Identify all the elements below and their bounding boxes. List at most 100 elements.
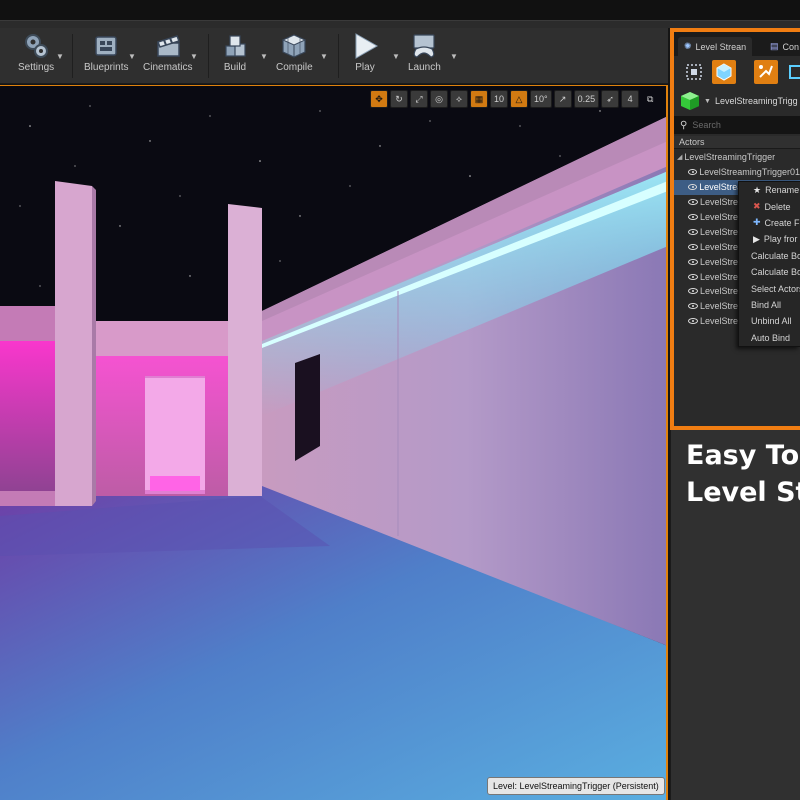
- create-icon: ✚: [753, 217, 761, 228]
- context-menu-item[interactable]: Unbind All: [739, 313, 800, 329]
- context-menu-item[interactable]: Calculate Bo: [739, 248, 800, 264]
- compile-dropdown-arrow[interactable]: ▼: [320, 52, 328, 61]
- tree-root-row[interactable]: ◢ LevelStreamingTrigger: [674, 150, 800, 165]
- search-placeholder: Search: [692, 120, 721, 130]
- build-dropdown-arrow[interactable]: ▼: [260, 52, 268, 61]
- level-stream-tab-icon: ✺: [684, 41, 692, 51]
- toolbar-divider: [208, 34, 209, 78]
- blueprints-label: Blueprints: [84, 62, 129, 73]
- tree-row-label: LevelStrea: [700, 226, 744, 237]
- context-menu-label: Create F: [764, 217, 800, 228]
- cinematics-dropdown-arrow[interactable]: ▼: [190, 52, 198, 61]
- actor-search-input[interactable]: ⚲ Search: [674, 116, 800, 134]
- grid-snap-icon[interactable]: ▦: [470, 90, 488, 108]
- tree-root-label: LevelStreamingTrigger: [684, 152, 776, 163]
- visibility-eye-icon[interactable]: [688, 184, 698, 191]
- tab-strip: [0, 20, 800, 28]
- tab-content[interactable]: ▤ Con: [764, 37, 800, 56]
- context-menu-item[interactable]: Auto Bind: [739, 330, 800, 346]
- context-menu-item[interactable]: ▶ Play fror: [739, 231, 800, 247]
- bind-tool-icon[interactable]: [754, 60, 778, 84]
- settings-label: Settings: [18, 62, 55, 73]
- tree-row-label: LevelStrea: [700, 256, 744, 267]
- context-menu-label: Auto Bind: [751, 332, 791, 343]
- launch-dropdown-arrow[interactable]: ▼: [450, 52, 458, 61]
- rotation-snap-value[interactable]: 10°: [530, 90, 552, 108]
- level-viewport[interactable]: ✥ ↻ ⤢ ◎ ⟡ ▦ 10 △ 10° ↗ 0.25 ➶ 4 ⧉: [0, 85, 668, 800]
- surface-snap-icon[interactable]: ⟡: [450, 90, 468, 108]
- visibility-eye-icon[interactable]: [688, 258, 698, 265]
- context-menu-item[interactable]: Calculate Bo: [739, 264, 800, 280]
- streaming-volume-icon[interactable]: [784, 60, 800, 84]
- promo-line-2: Level Stre: [686, 477, 800, 508]
- tree-row-label: LevelStrea: [700, 286, 744, 297]
- context-menu-item[interactable]: ✖ Delete: [739, 198, 800, 214]
- cinematics-label: Cinematics: [143, 62, 193, 73]
- tree-row-label: LevelStrea: [700, 241, 744, 252]
- visibility-eye-icon[interactable]: [688, 243, 698, 250]
- tab-level-stream[interactable]: ✺ Level Strean: [678, 37, 753, 56]
- viewport-scene: [0, 86, 666, 800]
- rotation-snap-icon[interactable]: △: [510, 90, 529, 108]
- context-menu-item[interactable]: ★ Rename: [739, 182, 800, 198]
- context-menu-label: Unbind All: [751, 316, 792, 327]
- tree-row[interactable]: LevelStreamingTrigger01: [674, 165, 800, 180]
- visibility-eye-icon[interactable]: [688, 318, 698, 325]
- actors-column-header: Actors: [674, 136, 800, 149]
- tab-content-label: Con: [782, 41, 800, 52]
- launch-button[interactable]: Launch: [408, 32, 441, 80]
- play-dropdown-arrow[interactable]: ▼: [392, 52, 400, 61]
- visibility-eye-icon[interactable]: [688, 228, 698, 235]
- settings-dropdown-arrow[interactable]: ▼: [56, 52, 64, 61]
- grid-snap-value[interactable]: 10: [490, 90, 509, 108]
- visibility-eye-icon[interactable]: [688, 169, 698, 176]
- promo-banner: Easy To U Level Stre: [670, 430, 800, 800]
- camera-speed-value[interactable]: 4: [621, 90, 640, 108]
- green-cube-icon: [681, 92, 699, 110]
- visibility-eye-icon[interactable]: [688, 214, 698, 220]
- translate-tool-button[interactable]: ✥: [370, 90, 388, 108]
- scale-snap-value[interactable]: 0.25: [573, 90, 600, 108]
- camera-speed-icon[interactable]: ➶: [601, 90, 620, 108]
- context-menu-item[interactable]: Bind All: [739, 297, 800, 313]
- settings-button[interactable]: Settings: [18, 32, 54, 80]
- volume-cube-icon[interactable]: [712, 60, 736, 84]
- tree-row-label: LevelStreamingTrigger01: [699, 167, 800, 178]
- launch-label: Launch: [408, 62, 441, 73]
- trigger-selector[interactable]: ▼ LevelStreamingTrigg: [674, 88, 800, 114]
- context-menu: ★ Rename ✖ Delete ✚ Create F ▶ Play fror Calcula…: [738, 181, 800, 347]
- visibility-eye-icon[interactable]: [688, 303, 698, 310]
- panel-toolbar: [674, 56, 800, 88]
- star-icon: ★: [753, 184, 762, 195]
- current-level-label: Level: LevelStreamingTrigger (Persistent…: [487, 777, 665, 795]
- select-all-icon[interactable]: [682, 60, 706, 84]
- context-menu-item[interactable]: Select Actors: [739, 280, 800, 296]
- selector-dropdown-icon: ▼: [704, 97, 711, 105]
- visibility-eye-icon[interactable]: [688, 199, 698, 206]
- world-space-icon[interactable]: ◎: [430, 90, 448, 108]
- promo-line-1: Easy To U: [686, 440, 800, 471]
- visibility-eye-icon[interactable]: [688, 273, 698, 280]
- maximize-viewport-icon[interactable]: ⧉: [641, 90, 659, 108]
- play-button[interactable]: Play: [350, 32, 380, 80]
- selector-text: LevelStreamingTrigg: [714, 96, 798, 106]
- editor-window: Settings ▼ Blueprints ▼ Cinematics ▼ Bui…: [0, 0, 800, 800]
- tree-row-label: LevelStrea: [700, 316, 744, 327]
- compile-button[interactable]: Compile: [276, 32, 313, 80]
- context-menu-label: Calculate Bo: [751, 267, 800, 278]
- build-button[interactable]: Build: [220, 32, 250, 80]
- blueprints-dropdown-arrow[interactable]: ▼: [128, 52, 136, 61]
- tree-row-label: LevelStrea: [700, 197, 744, 208]
- blueprints-button[interactable]: Blueprints: [84, 32, 128, 80]
- visibility-eye-icon[interactable]: [688, 288, 698, 295]
- rotate-tool-button[interactable]: ↻: [390, 90, 408, 108]
- collapse-caret-icon[interactable]: ◢: [677, 153, 682, 161]
- play-icon: ▶: [753, 233, 760, 244]
- cinematics-button[interactable]: Cinematics: [143, 32, 192, 80]
- content-tab-icon: ▤: [770, 41, 779, 51]
- scale-tool-button[interactable]: ⤢: [410, 90, 428, 108]
- context-menu-item[interactable]: ✚ Create F: [739, 215, 800, 231]
- scale-snap-icon[interactable]: ↗: [553, 90, 572, 108]
- gamepad-icon: [409, 32, 439, 60]
- play-icon: [350, 32, 380, 60]
